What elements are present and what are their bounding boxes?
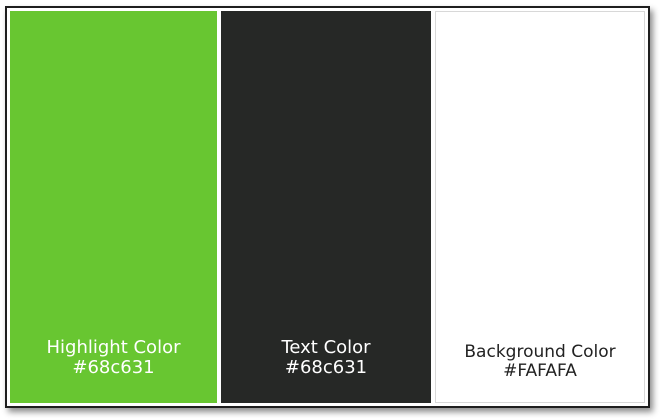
background-color-value: #FAFAFA [503, 361, 577, 381]
background-color-swatch: Background Color #FAFAFA [435, 11, 645, 403]
text-color-label: Text Color #68c631 [221, 338, 431, 378]
background-color-label: Background Color #FAFAFA [436, 343, 644, 381]
text-color-name: Text Color [281, 337, 371, 358]
highlight-color-swatch: Highlight Color #68c631 [10, 11, 217, 403]
text-color-swatch: Text Color #68c631 [221, 11, 431, 403]
text-color-value: #68c631 [284, 357, 368, 378]
highlight-color-value: #68c631 [72, 357, 155, 378]
background-color-name: Background Color [464, 342, 616, 362]
color-palette-card: Highlight Color #68c631 Text Color #68c6… [5, 6, 650, 408]
highlight-color-label: Highlight Color #68c631 [10, 338, 217, 378]
highlight-color-name: Highlight Color [46, 337, 181, 358]
